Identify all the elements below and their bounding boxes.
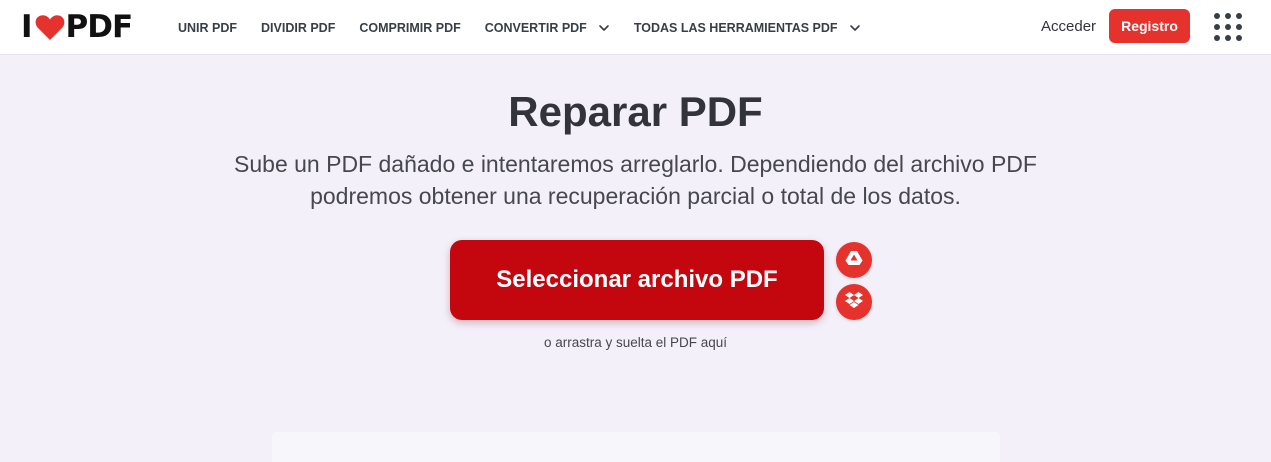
select-pdf-button[interactable]: Seleccionar archivo PDF [450, 240, 824, 320]
top-navbar: I PDF UNIR PDF DIVIDIR PDF COMPRIMIR PDF… [0, 0, 1271, 55]
google-drive-icon [845, 250, 863, 271]
nav-item-comprimir-pdf[interactable]: COMPRIMIR PDF [359, 21, 460, 35]
nav-item-label: TODAS LAS HERRAMIENTAS PDF [633, 20, 838, 35]
logo-text-pdf: PDF [65, 9, 134, 45]
subtitle-line-1: Sube un PDF dañado e intentaremos arregl… [234, 151, 1037, 177]
dropbox-button[interactable] [836, 284, 872, 320]
grid-dot [1236, 13, 1242, 19]
grid-dot [1225, 24, 1231, 30]
drop-hint-text: o arrastra y suelta el PDF aquí [543, 335, 728, 350]
heart-icon [35, 13, 65, 41]
dropbox-icon [845, 291, 863, 313]
apps-grid-icon[interactable] [1214, 13, 1242, 41]
nav-item-label: DIVIDIR PDF [261, 20, 336, 35]
nav-item-label: CONVERTIR PDF [484, 20, 587, 35]
nav-item-label: UNIR PDF [178, 20, 238, 35]
grid-dot [1214, 13, 1220, 19]
nav-item-unir-pdf[interactable]: UNIR PDF [178, 21, 237, 35]
signup-button[interactable]: Registro [1109, 9, 1190, 43]
grid-dot [1214, 24, 1220, 30]
login-link[interactable]: Acceder [1041, 18, 1096, 35]
page-subtitle: Sube un PDF dañado e intentaremos arregl… [200, 148, 1071, 212]
chevron-down-icon [598, 22, 610, 34]
google-drive-button[interactable] [836, 242, 872, 278]
page-title: Reparar PDF [508, 88, 763, 135]
main-nav: UNIR PDF DIVIDIR PDF COMPRIMIR PDF CONVE… [178, 0, 885, 55]
chevron-down-icon [849, 22, 861, 34]
nav-item-dividir-pdf[interactable]: DIVIDIR PDF [261, 21, 335, 35]
nav-item-todas-herramientas[interactable]: TODAS LAS HERRAMIENTAS PDF [634, 21, 861, 35]
grid-dot [1236, 35, 1242, 41]
content-panel [272, 432, 1000, 462]
grid-dot [1214, 35, 1220, 41]
grid-dot [1225, 35, 1231, 41]
ilovepdf-logo[interactable]: I PDF [21, 9, 134, 45]
nav-item-convertir-pdf[interactable]: CONVERTIR PDF [485, 21, 610, 35]
logo-letter-i: I [21, 9, 33, 45]
grid-dot [1225, 13, 1231, 19]
grid-dot [1236, 24, 1242, 30]
nav-item-label: COMPRIMIR PDF [359, 20, 461, 35]
subtitle-line-2: podremos obtener una recuperación parcia… [310, 183, 961, 209]
